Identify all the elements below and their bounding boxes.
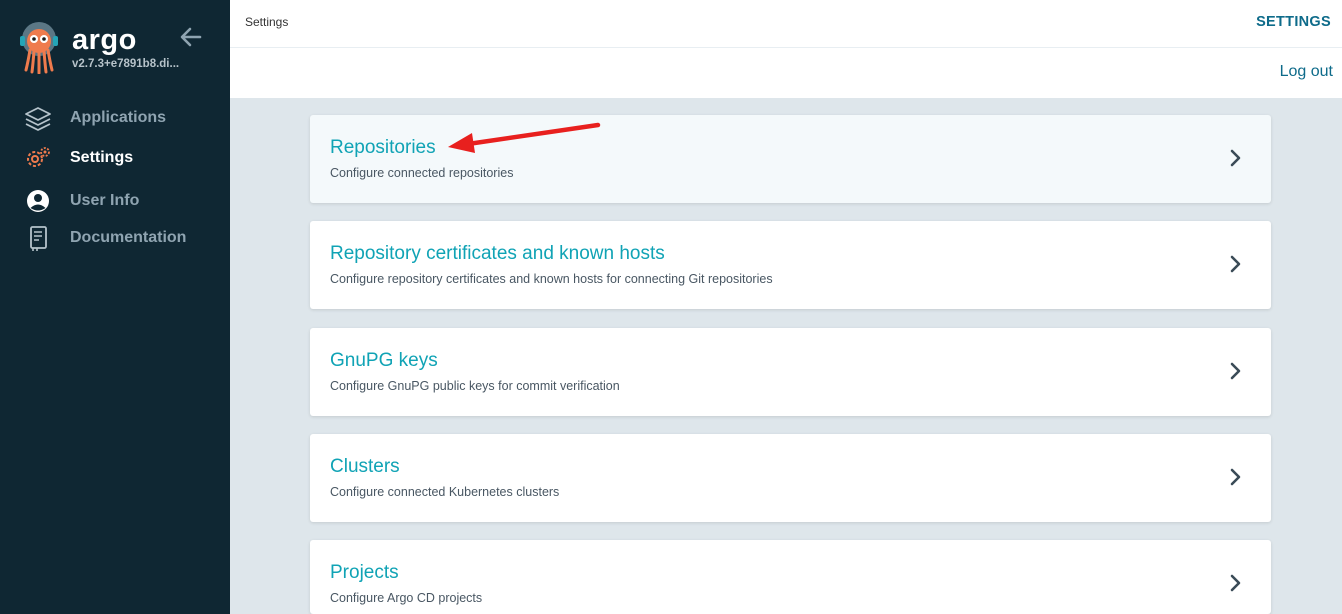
book-icon (24, 224, 52, 252)
sidebar-item-user-info[interactable]: User Info (0, 183, 230, 219)
top-bar: Settings SETTINGS (230, 0, 1342, 48)
card-title: Projects (330, 562, 399, 583)
sidebar-item-label: User Info (70, 192, 140, 209)
chevron-right-icon (1230, 574, 1241, 592)
chevron-right-icon (1230, 149, 1241, 167)
sidebar-item-applications[interactable]: Applications (0, 100, 230, 136)
settings-card-repository-certificates[interactable]: Repository certificates and known hosts … (310, 221, 1271, 309)
settings-card-clusters[interactable]: Clusters Configure connected Kubernetes … (310, 434, 1271, 522)
sidebar-item-settings[interactable]: Settings (0, 140, 230, 176)
brand-name: argo (72, 24, 137, 56)
settings-card-gnupg-keys[interactable]: GnuPG keys Configure GnuPG public keys f… (310, 328, 1271, 416)
card-title: Repository certificates and known hosts (330, 243, 665, 264)
sidebar-item-label: Applications (70, 109, 167, 126)
breadcrumb[interactable]: Settings (245, 15, 288, 29)
version-label: v2.7.3+e7891b8.di... (72, 58, 180, 70)
user-circle-icon (24, 187, 52, 215)
chevron-right-icon (1230, 255, 1241, 273)
arrow-left-icon (180, 27, 202, 47)
argo-logo-icon[interactable] (18, 22, 60, 75)
chevron-right-icon (1230, 468, 1241, 486)
settings-card-projects[interactable]: Projects Configure Argo CD projects (310, 540, 1271, 614)
chevron-right-icon (1230, 362, 1241, 380)
sidebar: argo v2.7.3+e7891b8.di... Applications S… (0, 0, 230, 614)
card-title: GnuPG keys (330, 350, 438, 371)
card-title: Clusters (330, 456, 400, 477)
page-title: SETTINGS (1256, 14, 1331, 30)
collapse-sidebar-button[interactable] (178, 25, 204, 49)
card-title: Repositories (330, 137, 436, 158)
sidebar-item-label: Settings (70, 149, 134, 166)
logout-link[interactable]: Log out (1280, 63, 1333, 81)
settings-card-repositories[interactable]: Repositories Configure connected reposit… (310, 115, 1271, 203)
card-description: Configure connected repositories (330, 166, 514, 180)
sidebar-item-label: Documentation (70, 229, 187, 246)
card-description: Configure repository certificates and kn… (330, 272, 773, 286)
sidebar-item-documentation[interactable]: Documentation (0, 220, 230, 256)
layers-icon (24, 104, 52, 132)
card-description: Configure connected Kubernetes clusters (330, 485, 560, 499)
toolbar: Log out (230, 48, 1342, 98)
card-description: Configure GnuPG public keys for commit v… (330, 379, 620, 393)
gear-icon (24, 144, 52, 172)
card-description: Configure Argo CD projects (330, 591, 483, 605)
